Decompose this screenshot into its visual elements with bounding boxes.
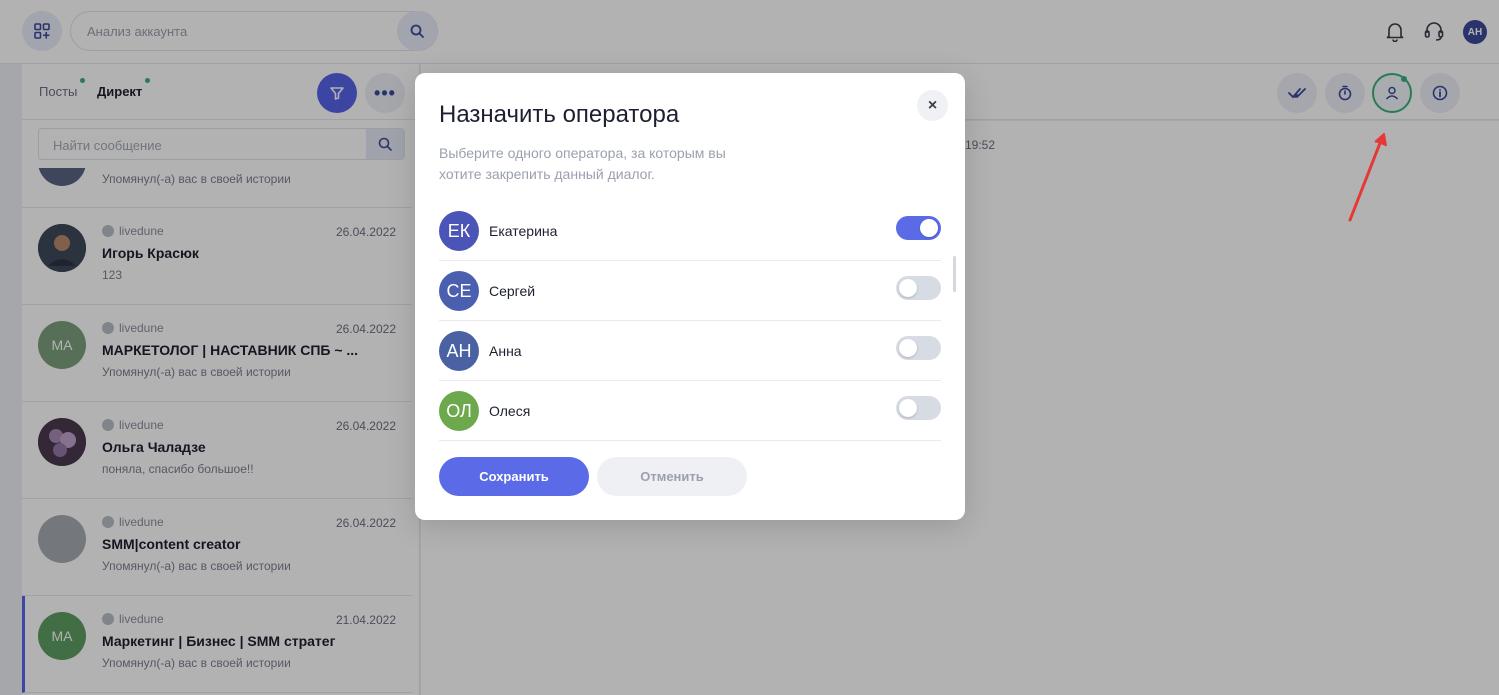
- assign-operator-modal: × Назначить оператора Выберите одного оп…: [415, 73, 965, 520]
- close-icon: ×: [927, 96, 938, 114]
- operator-name: Екатерина: [489, 223, 558, 239]
- toggle-knob: [899, 399, 917, 417]
- operator-toggle[interactable]: [896, 336, 941, 360]
- toggle-knob: [920, 219, 938, 237]
- operator-avatar: СЕ: [439, 271, 479, 311]
- operator-row: АН Анна: [439, 321, 941, 381]
- operator-toggle[interactable]: [896, 276, 941, 300]
- modal-title: Назначить оператора: [439, 101, 680, 128]
- annotation-arrow-icon: [1348, 133, 1387, 222]
- operator-row: ОЛ Олеся: [439, 381, 941, 441]
- operator-row: ЕК Екатерина: [439, 201, 941, 261]
- operator-name: Анна: [489, 343, 522, 359]
- operator-toggle[interactable]: [896, 396, 941, 420]
- operator-toggle[interactable]: [896, 216, 941, 240]
- operator-avatar: ЕК: [439, 211, 479, 251]
- operator-name: Сергей: [489, 283, 536, 299]
- operator-row: СЕ Сергей: [439, 261, 941, 321]
- save-button[interactable]: Сохранить: [439, 457, 589, 496]
- toggle-knob: [899, 279, 917, 297]
- cancel-button[interactable]: Отменить: [597, 457, 747, 496]
- operator-list: ЕК Екатерина СЕ Сергей АН Анна ОЛ Олеся: [439, 201, 941, 441]
- toggle-knob: [899, 339, 917, 357]
- modal-description: Выберите одного оператора, за которым вы…: [439, 145, 726, 182]
- operator-avatar: ОЛ: [439, 391, 479, 431]
- operator-name: Олеся: [489, 403, 531, 419]
- close-button[interactable]: ×: [917, 90, 948, 121]
- operator-avatar: АН: [439, 331, 479, 371]
- scrollbar[interactable]: [953, 256, 956, 292]
